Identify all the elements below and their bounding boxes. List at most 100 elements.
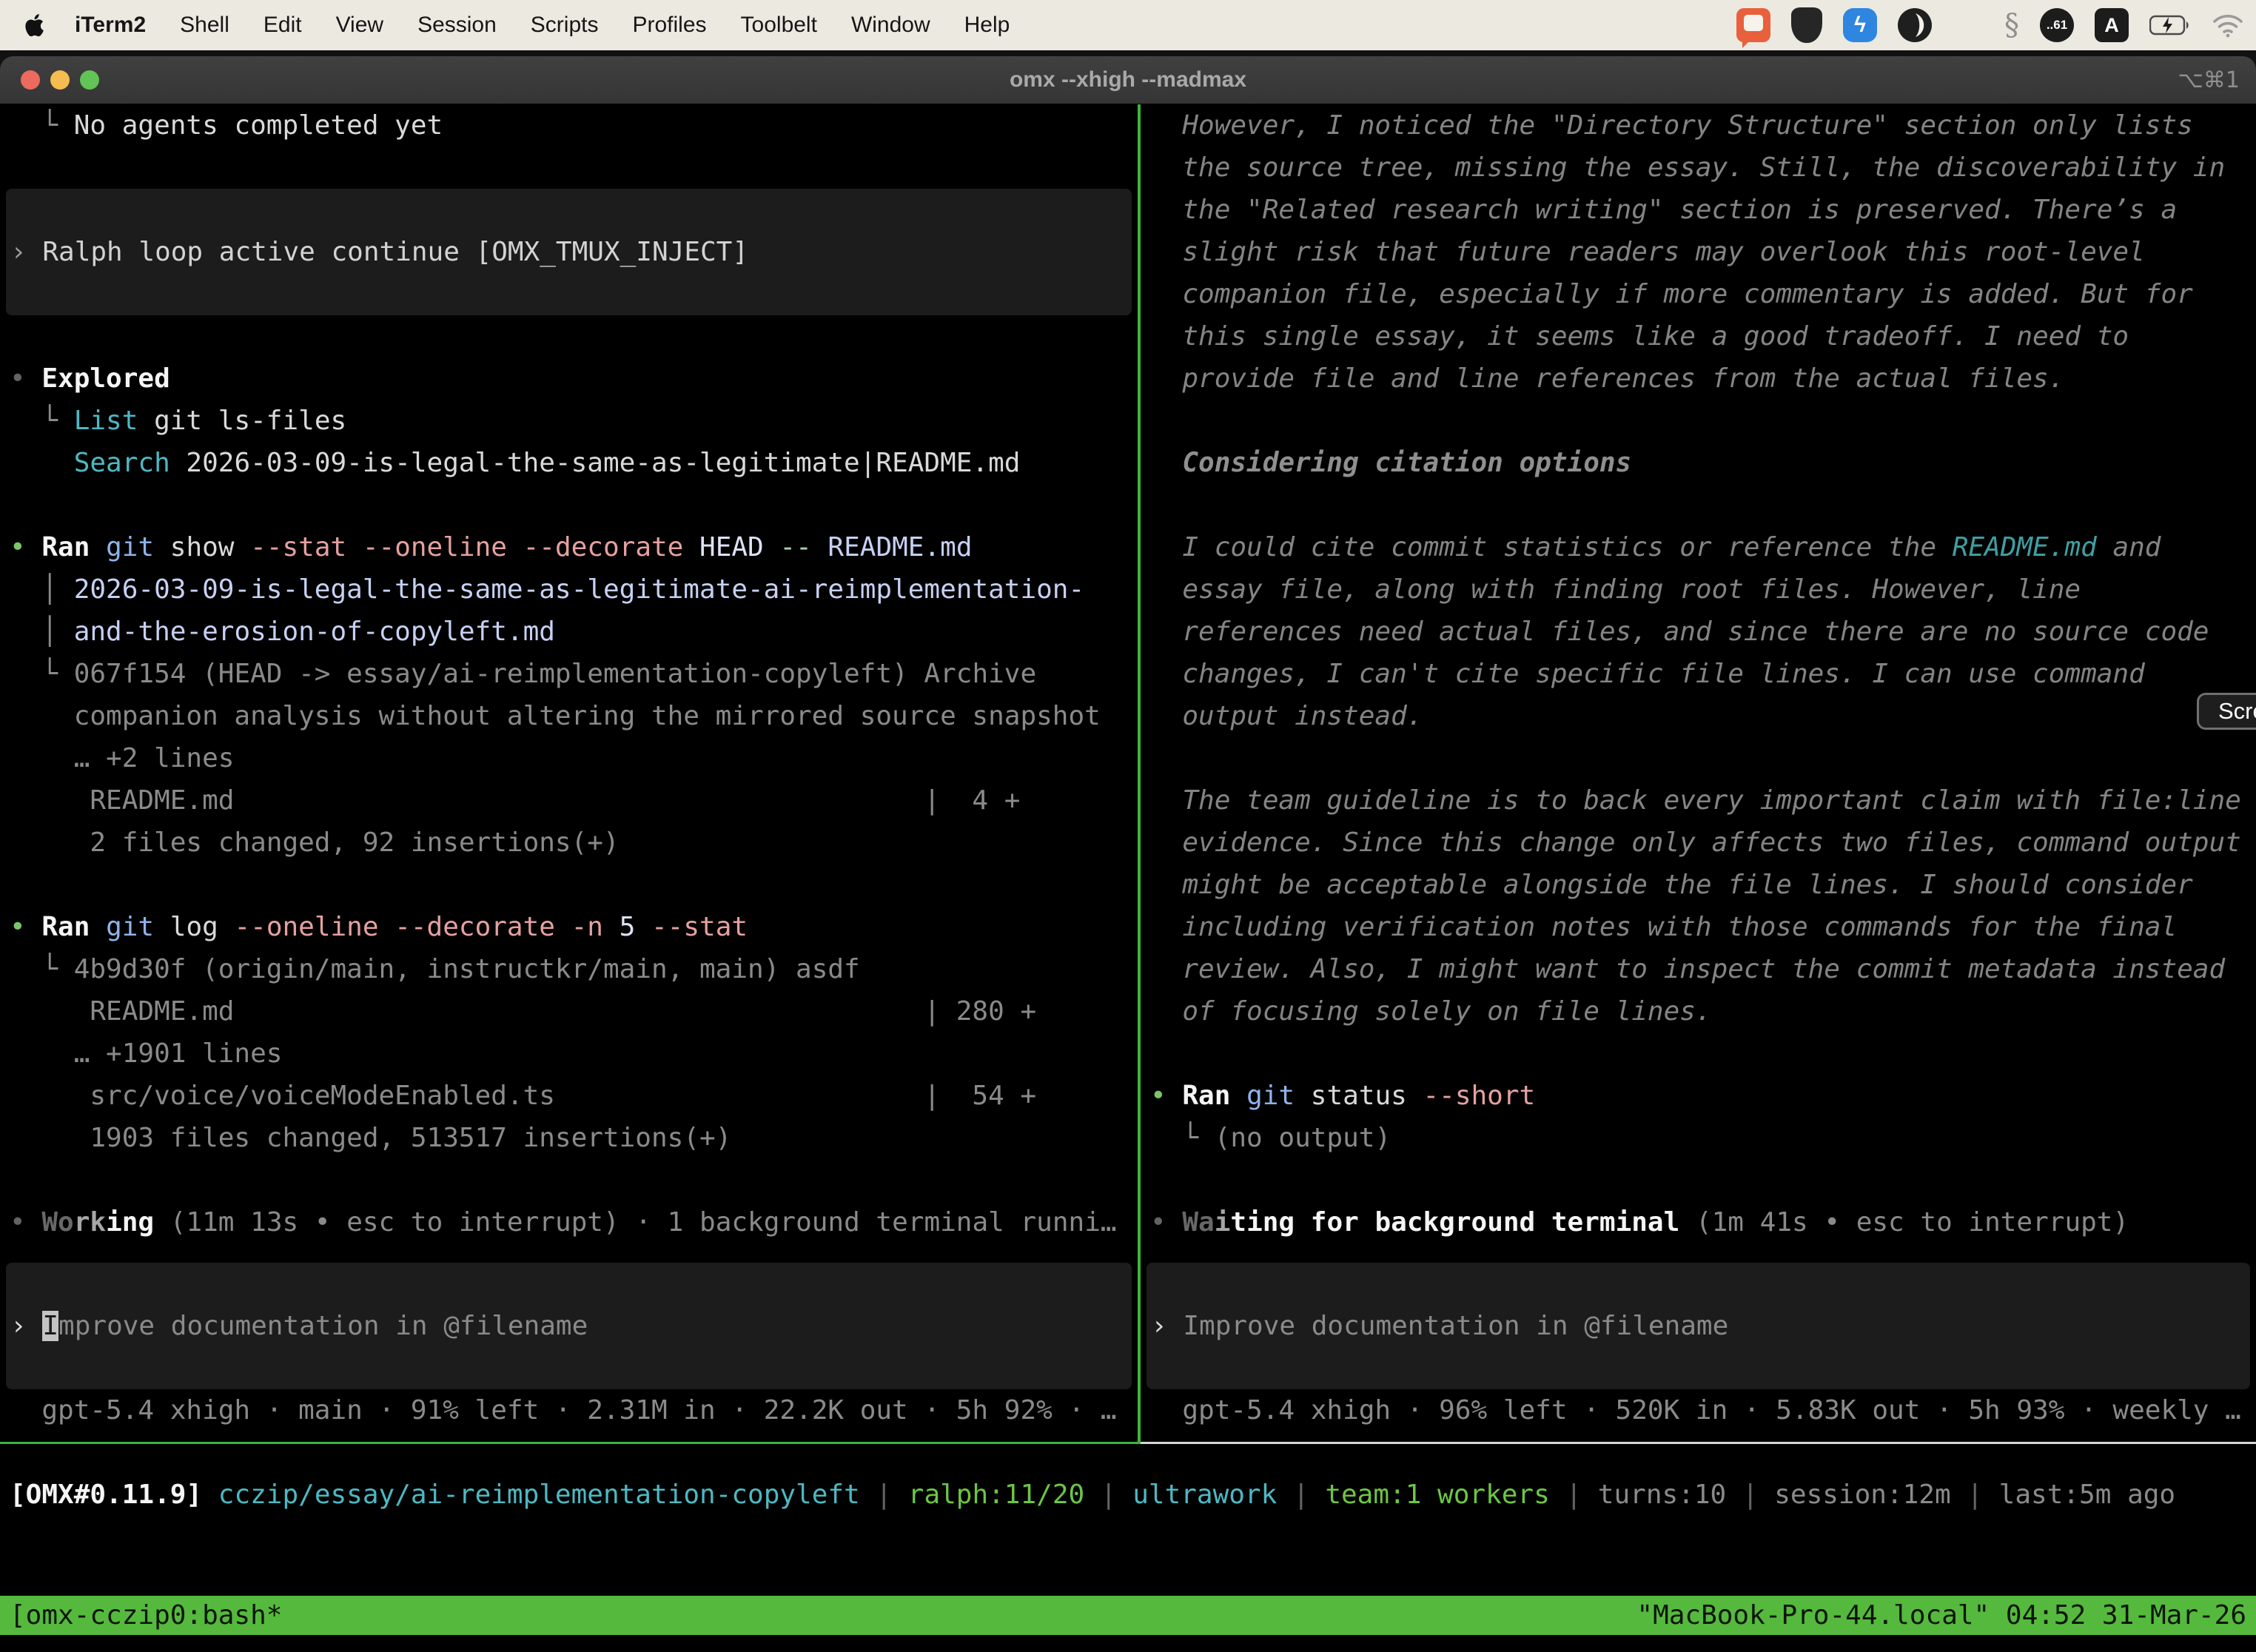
- left-prompt-input[interactable]: › Improve documentation in @filename: [6, 1263, 1132, 1389]
- shield-keyboard-icon[interactable]: [1791, 7, 1822, 43]
- text-segment: Ran: [41, 532, 106, 563]
- text-segment: … +1901 lines: [10, 1038, 282, 1069]
- text-segment: git ls-files: [138, 406, 346, 436]
- terminal-line: 1903 files changed, 513517 insertions(+): [0, 1117, 1138, 1159]
- wifi-icon[interactable]: [2212, 13, 2244, 38]
- menu-profiles[interactable]: Profiles: [615, 13, 723, 38]
- text-segment: slight risk that future readers may over…: [1150, 237, 2145, 267]
- text-segment: git: [1246, 1081, 1311, 1111]
- terminal-line: └ 067f154 (HEAD -> essay/ai-reimplementa…: [0, 653, 1138, 695]
- menu-scripts[interactable]: Scripts: [514, 13, 616, 38]
- text-segment: README.md: [827, 532, 972, 563]
- text-segment: |: [1951, 1480, 1999, 1510]
- menu-shell[interactable]: Shell: [163, 13, 246, 38]
- text-segment: Explored: [41, 363, 169, 394]
- text-segment: of focusing solely on file lines.: [1150, 996, 1712, 1027]
- menu-session[interactable]: Session: [400, 13, 514, 38]
- chat-app-icon[interactable]: [1736, 8, 1770, 42]
- terminal-line: • Waiting for background terminal (1m 41…: [1141, 1201, 2256, 1243]
- text-segment: --short: [1423, 1081, 1535, 1111]
- tmux-session-label[interactable]: [omx-cczip0:bash*: [10, 1600, 282, 1631]
- right-pane[interactable]: However, I noticed the "Directory Struct…: [1141, 104, 2256, 1444]
- text-segment: ›: [10, 1311, 42, 1341]
- window-title: omx --xhigh --madmax: [0, 67, 2256, 93]
- omx-status-line: [OMX#0.11.9] cczip/essay/ai-reimplementa…: [0, 1474, 2256, 1516]
- menu-help[interactable]: Help: [947, 13, 1027, 38]
- text-segment: Ran: [1182, 1081, 1246, 1111]
- apple-menu-icon[interactable]: [25, 10, 50, 40]
- text-segment: last:5m ago: [1999, 1480, 2175, 1510]
- left-pane[interactable]: └ No agents completed yet › Ralph loop ac…: [0, 104, 1138, 1444]
- squiggle-icon[interactable]: §: [2004, 8, 2019, 42]
- window-titlebar[interactable]: omx --xhigh --madmax ⌥⌘1: [0, 56, 2256, 104]
- text-segment: and-the-erosion-of-copyleft.md: [74, 617, 555, 647]
- text-cursor: I: [42, 1311, 58, 1341]
- menu-bar: iTerm2ShellEditViewSessionScriptsProfile…: [0, 0, 2256, 50]
- dots-grid-icon[interactable]: [1953, 10, 1984, 41]
- terminal-line: README.md | 280 +: [0, 990, 1138, 1032]
- terminal-line: The team guideline is to back every impo…: [1141, 779, 2256, 822]
- terminal-line: gpt-5.4 xhigh · 96% left · 520K in · 5.8…: [1141, 1389, 2256, 1431]
- terminal-line: review. Also, I might want to inspect th…: [1141, 948, 2256, 990]
- text-segment: output instead.: [1150, 701, 1423, 731]
- blank-line: [0, 864, 1138, 906]
- terminal-panes: └ No agents completed yet › Ralph loop ac…: [0, 104, 2256, 1444]
- dark-crescent-icon[interactable]: [1898, 8, 1932, 42]
- terminal-line: • Ran git log --oneline --decorate -n 5 …: [0, 906, 1138, 948]
- terminal-line: might be acceptable alongside the file l…: [1141, 864, 2256, 906]
- text-segment: └: [1150, 1123, 1215, 1153]
- blank-line: [1141, 1159, 2256, 1201]
- battery-icon[interactable]: [2149, 14, 2191, 36]
- text-segment: ›: [1151, 1311, 1183, 1341]
- menu-edit[interactable]: Edit: [246, 13, 319, 38]
- terminal-line: the "Related research writing" section i…: [1141, 189, 2256, 231]
- text-segment: [202, 1480, 218, 1510]
- text-segment: Ran: [41, 912, 106, 942]
- text-segment: |: [1726, 1480, 1774, 1510]
- terminal-line: of focusing solely on file lines.: [1141, 990, 2256, 1032]
- text-segment: team:1 workers: [1325, 1480, 1549, 1510]
- terminal-line: src/voice/voiceModeEnabled.ts | 54 +: [0, 1075, 1138, 1117]
- text-segment: provide file and line references from th…: [1150, 363, 2064, 394]
- text-segment: List: [74, 406, 138, 436]
- menu-iterm2[interactable]: iTerm2: [58, 13, 163, 38]
- blank-line: [1141, 400, 2256, 442]
- text-segment: •: [1150, 1081, 1182, 1111]
- terminal-line: • Explored: [0, 357, 1138, 400]
- text-segment: --stat: [651, 912, 748, 942]
- menu-window[interactable]: Window: [834, 13, 947, 38]
- text-segment: [10, 448, 74, 478]
- text-segment: [OMX#0.11.9]: [10, 1480, 202, 1510]
- terminal-line: references need actual files, and since …: [1141, 611, 2256, 653]
- screen: iTerm2ShellEditViewSessionScriptsProfile…: [0, 0, 2256, 1652]
- text-segment: and: [2097, 532, 2161, 563]
- text-segment: └: [10, 954, 74, 984]
- terminal-line: this single essay, it seems like a good …: [1141, 315, 2256, 357]
- blank-line: [0, 484, 1138, 526]
- badge-61-icon[interactable]: ..61: [2040, 8, 2074, 42]
- right-prompt-input[interactable]: › Improve documentation in @filename: [1147, 1263, 2250, 1389]
- text-segment: the "Related research writing" section i…: [1150, 195, 2177, 225]
- ralph-inject-box[interactable]: › Ralph loop active continue [OMX_TMUX_I…: [6, 189, 1132, 315]
- text-segment: --: [779, 532, 827, 563]
- text-segment: show: [170, 532, 250, 563]
- blue-bolt-icon[interactable]: ϟ: [1843, 8, 1877, 42]
- text-segment: However, I noticed the "Directory Struct…: [1150, 110, 2193, 141]
- text-segment: |: [1277, 1480, 1325, 1510]
- menu-view[interactable]: View: [319, 13, 400, 38]
- text-segment: (no output): [1215, 1123, 1391, 1153]
- text-segment: No agents completed yet: [74, 110, 443, 141]
- a-badge-icon[interactable]: A: [2095, 8, 2129, 42]
- text-segment: README.md | 280 +: [10, 996, 1036, 1027]
- text-segment: (1m 41s • esc to interrupt): [1679, 1207, 2129, 1238]
- text-segment: session:12m: [1774, 1480, 1950, 1510]
- text-segment: README.md | 4 +: [10, 785, 1020, 816]
- text-segment: i: [1215, 1207, 1231, 1238]
- text-segment: └: [10, 406, 74, 436]
- screen-share-overlay-label: Scre: [2218, 698, 2256, 725]
- text-segment: 4b9d30f (origin/main, instructkr/main, m…: [74, 954, 860, 984]
- menu-toolbelt[interactable]: Toolbelt: [724, 13, 834, 38]
- terminal-line: evidence. Since this change only affects…: [1141, 822, 2256, 864]
- text-segment: evidence. Since this change only affects…: [1150, 827, 2241, 858]
- blank-line: [1141, 1032, 2256, 1075]
